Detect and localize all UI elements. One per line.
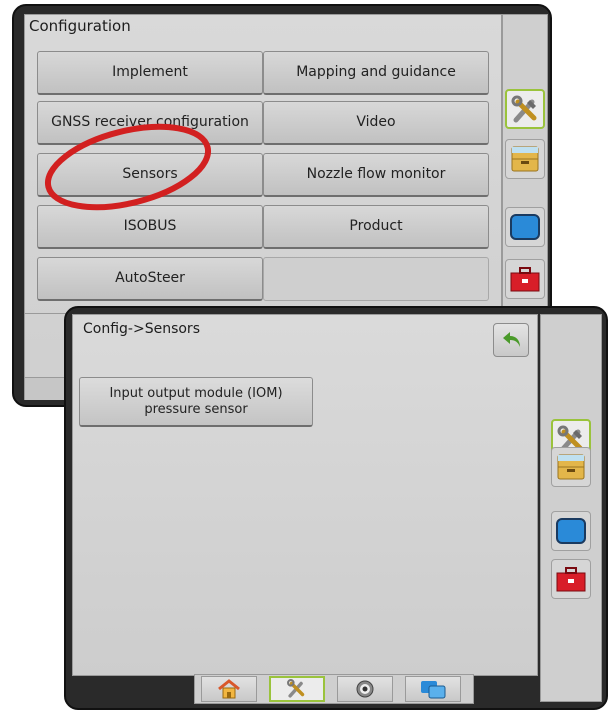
data-management-tab[interactable]	[551, 447, 591, 487]
console-icon	[556, 518, 586, 544]
tools-nav-button[interactable]	[269, 676, 325, 702]
data-management-icon	[557, 454, 585, 480]
nozzle-flow-monitor-button[interactable]: Nozzle flow monitor	[263, 153, 489, 197]
sensors-content: Config->Sensors Input output module (IOM…	[72, 314, 538, 676]
full-screen-button[interactable]	[405, 676, 461, 702]
console-tab[interactable]	[551, 511, 591, 551]
toolbox-icon	[510, 267, 540, 292]
undo-arrow-icon	[503, 332, 520, 347]
page-title: Configuration	[29, 17, 131, 35]
product-button[interactable]: Product	[263, 205, 489, 249]
sensors-button[interactable]: Sensors	[37, 153, 263, 197]
gnss-receiver-button[interactable]: GNSS receiver configuration	[37, 101, 263, 145]
console-icon	[510, 214, 540, 240]
tools-icon	[287, 679, 305, 698]
data-management-icon	[511, 146, 539, 172]
video-button[interactable]: Video	[263, 101, 489, 145]
toolbox-tab[interactable]	[505, 259, 545, 299]
home-icon	[218, 679, 240, 699]
bottom-nav-bar	[194, 674, 474, 704]
tools-tab[interactable]	[505, 89, 545, 129]
data-management-tab[interactable]	[505, 139, 545, 179]
isobus-button[interactable]: ISOBUS	[37, 205, 263, 249]
empty-slot	[263, 257, 489, 301]
back-button[interactable]	[493, 323, 529, 357]
guidance-icon	[356, 680, 374, 698]
autosteer-button[interactable]: AutoSteer	[37, 257, 263, 301]
page-title: Config->Sensors	[83, 321, 200, 337]
iom-pressure-sensor-button[interactable]: Input output module (IOM) pressure senso…	[79, 377, 313, 427]
toolbox-icon	[556, 567, 586, 592]
home-button[interactable]	[201, 676, 257, 702]
side-tab-bar	[540, 314, 602, 702]
toolbox-tab[interactable]	[551, 559, 591, 599]
implement-button[interactable]: Implement	[37, 51, 263, 95]
mapping-guidance-button[interactable]: Mapping and guidance	[263, 51, 489, 95]
sensors-panel: Config->Sensors Input output module (IOM…	[64, 306, 608, 710]
tools-icon	[511, 95, 537, 123]
guidance-button[interactable]	[337, 676, 393, 702]
console-tab[interactable]	[505, 207, 545, 247]
full-screen-icon	[421, 681, 446, 699]
